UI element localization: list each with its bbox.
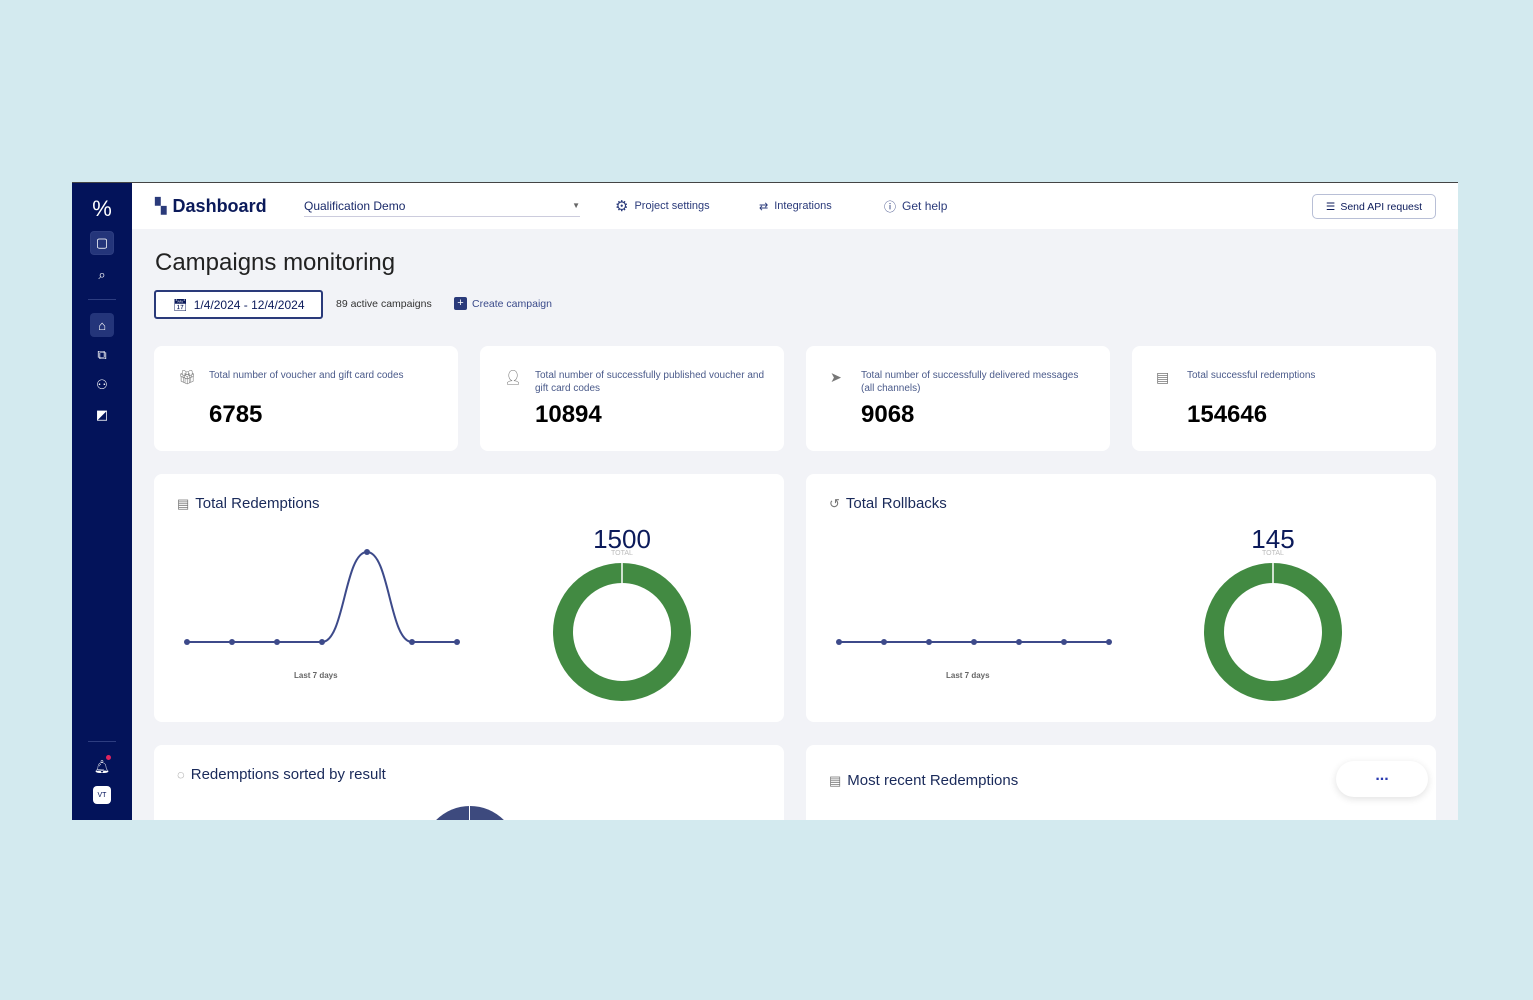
avatar[interactable]: VT <box>93 786 111 804</box>
create-campaign-label: Create campaign <box>472 297 552 310</box>
data-point[interactable] <box>926 639 932 645</box>
donut-total-label: TOTAL <box>1262 550 1284 557</box>
data-point[interactable] <box>971 639 977 645</box>
data-point[interactable] <box>274 639 280 645</box>
stat-value: 6785 <box>209 401 263 428</box>
date-range-picker[interactable]: 📅︎ 1/4/2024 - 12/4/2024 <box>154 290 323 319</box>
plus-icon: + <box>454 297 467 310</box>
stat-label: Total number of successfully delivered m… <box>861 370 1079 394</box>
stat-card: 🎁︎ Total number of voucher and gift card … <box>154 346 458 451</box>
data-point[interactable] <box>364 549 370 555</box>
more-options-button[interactable]: ... <box>1336 761 1428 797</box>
stat-label: Total number of successfully published v… <box>535 370 765 394</box>
donut-slice[interactable] <box>1204 563 1342 701</box>
dashboard-icon: ▚ <box>155 198 167 215</box>
data-point[interactable] <box>1016 639 1022 645</box>
page-title: Dashboard <box>172 195 267 216</box>
stat-label: Total successful redemptions <box>1187 370 1316 381</box>
donut-slice[interactable] <box>553 563 691 701</box>
stat-label: Total number of voucher and gift card co… <box>209 370 404 381</box>
donut-total-label: TOTAL <box>611 550 633 557</box>
total-rollbacks-card: ↺ Total Rollbacks Last 7 days 145 TOTAL <box>806 474 1436 722</box>
customers-icon[interactable]: ⚇ <box>90 373 114 397</box>
chart-caption: Last 7 days <box>946 671 990 680</box>
home-icon[interactable]: ⌂ <box>90 313 114 337</box>
send-api-request-button[interactable]: ☰ Send API request <box>1312 194 1436 219</box>
divider <box>88 741 116 742</box>
bell-icon[interactable]: 🔔︎ <box>90 755 114 779</box>
dashboard-heading: ▚ Dashboard <box>155 183 267 229</box>
integrations-link[interactable]: ⇄ Integrations <box>759 183 832 229</box>
export-icon[interactable]: ◩ <box>90 403 114 427</box>
create-campaign-link[interactable]: + Create campaign <box>454 297 552 310</box>
send-icon: ➤ <box>830 369 842 385</box>
chart-caption: Last 7 days <box>294 671 338 680</box>
sidebar: % ▢ ⌕ ⌂ ⧉ ⚇ ◩ 🔔︎ VT <box>72 183 132 820</box>
list-icon: ▤ <box>1156 369 1170 385</box>
series-line <box>187 550 457 643</box>
help-link[interactable]: ⓘ Get help <box>884 183 947 229</box>
recent-redemptions-card: ▤ Most recent Redemptions ... <box>806 745 1436 820</box>
result-pie-chart <box>422 806 518 820</box>
api-button-label: Send API request <box>1340 200 1423 213</box>
pie-divider <box>469 806 470 820</box>
notification-dot <box>106 755 111 760</box>
project-select[interactable]: Qualification Demo ▼ <box>304 195 580 217</box>
data-point[interactable] <box>836 639 842 645</box>
app-window: % ▢ ⌕ ⌂ ⧉ ⚇ ◩ 🔔︎ VT ▚ Dashboard Qualifica… <box>72 182 1458 820</box>
data-point[interactable] <box>881 639 887 645</box>
rollbacks-donut <box>1204 562 1342 701</box>
data-point[interactable] <box>229 639 235 645</box>
workflow-icon[interactable]: ⧉ <box>90 343 114 367</box>
data-point[interactable] <box>409 639 415 645</box>
stat-card: ➤ Total number of successfully delivered … <box>806 346 1110 451</box>
stat-value: 154646 <box>1187 401 1268 428</box>
search-icon[interactable]: ⌕ <box>90 263 114 287</box>
card-title-text: Most recent Redemptions <box>847 772 1019 789</box>
project-value: Qualification Demo <box>304 198 406 213</box>
user-check-icon: 👤︎ <box>504 369 522 385</box>
top-bar: ▚ Dashboard Qualification Demo ▼ ⚙ Project … <box>132 183 1458 229</box>
divider <box>88 299 116 300</box>
section-title: Campaigns monitoring <box>155 249 396 276</box>
gift-icon: 🎁︎ <box>178 369 196 385</box>
card-title: ▤ Most recent Redemptions <box>829 772 1018 789</box>
date-range-value: 1/4/2024 - 12/4/2024 <box>193 297 305 312</box>
list-check-icon: ☰ <box>1325 200 1336 213</box>
project-settings-label: Project settings <box>634 200 710 212</box>
help-label: Get help <box>902 199 948 213</box>
chevron-down-icon: ▼ <box>572 201 580 210</box>
stat-card: ▤ Total successful redemptions 154646 <box>1132 346 1436 451</box>
stat-value: 9068 <box>861 401 915 428</box>
data-point[interactable] <box>1061 639 1067 645</box>
data-point[interactable] <box>454 639 460 645</box>
percent-logo-icon[interactable]: % <box>90 196 114 221</box>
card-title-text: Redemptions sorted by result <box>190 766 386 783</box>
card-title: ◌ Redemptions sorted by result <box>177 766 386 783</box>
data-point[interactable] <box>319 639 325 645</box>
stat-value: 10894 <box>535 401 602 428</box>
help-icon: ⓘ <box>884 199 897 214</box>
data-point[interactable] <box>184 639 190 645</box>
integrations-label: Integrations <box>774 200 832 212</box>
arrows-icon: ⇄ <box>759 200 769 213</box>
loading-ring-icon: ◌ <box>177 767 185 782</box>
redemptions-by-result-card: ◌ Redemptions sorted by result <box>154 745 784 820</box>
list-icon: ▤ <box>829 772 842 788</box>
briefcase-icon[interactable]: ▢ <box>90 231 114 255</box>
redemptions-donut <box>553 562 691 701</box>
stat-card: 👤︎ Total number of successfully published… <box>480 346 784 451</box>
data-point[interactable] <box>1106 639 1112 645</box>
total-redemptions-card: ▤ Total Redemptions Last 7 days 1500 TOTA… <box>154 474 784 722</box>
active-campaigns-count: 89 active campaigns <box>336 298 432 310</box>
calendar-icon: 📅︎ <box>172 297 188 312</box>
gear-icon: ⚙ <box>615 198 629 215</box>
project-settings-link[interactable]: ⚙ Project settings <box>615 183 710 229</box>
